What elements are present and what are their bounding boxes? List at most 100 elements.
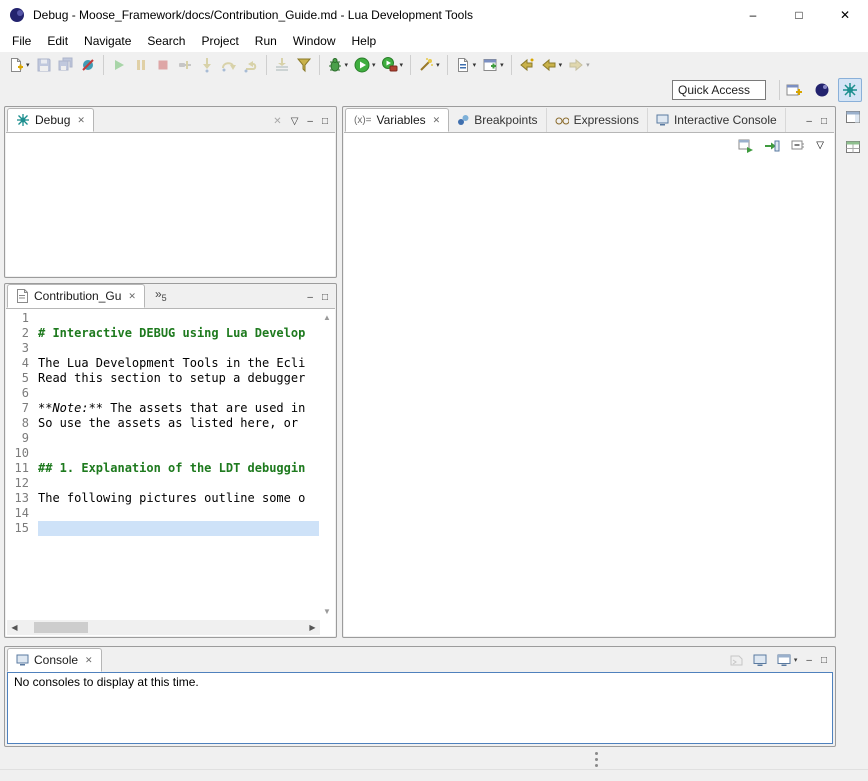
- show-logical-structure-icon[interactable]: [738, 138, 754, 154]
- suspend-button[interactable]: [130, 54, 152, 76]
- line-number[interactable]: 15: [6, 521, 38, 536]
- maximize-icon[interactable]: □: [322, 293, 328, 303]
- code-line[interactable]: 11## 1. Explanation of the LDT debuggin: [6, 461, 319, 476]
- code-editor[interactable]: 12# Interactive DEBUG using Lua Develop3…: [6, 311, 319, 619]
- line-number[interactable]: 9: [6, 431, 38, 446]
- code-line[interactable]: 7**Note:** The assets that are used in: [6, 401, 319, 416]
- line-number[interactable]: 11: [6, 461, 38, 476]
- step-over-button[interactable]: [218, 54, 240, 76]
- code-line[interactable]: 2# Interactive DEBUG using Lua Develop: [6, 326, 319, 341]
- menu-run[interactable]: Run: [247, 30, 285, 52]
- display-selected-console-icon[interactable]: [729, 654, 744, 667]
- console-output-area[interactable]: No consoles to display at this time.: [7, 672, 833, 744]
- tab-interactive-console[interactable]: Interactive Console: [648, 108, 786, 132]
- minimized-view-grid-button[interactable]: [842, 136, 864, 158]
- code-line[interactable]: 12: [6, 476, 319, 491]
- step-into-button[interactable]: [196, 54, 218, 76]
- line-number[interactable]: 4: [6, 356, 38, 371]
- menu-window[interactable]: Window: [285, 30, 344, 52]
- minimize-icon[interactable]: –: [806, 656, 812, 666]
- disconnect-button[interactable]: [174, 54, 196, 76]
- lua-perspective-button[interactable]: [810, 78, 834, 102]
- open-console-icon[interactable]: [753, 654, 768, 667]
- minimized-view-window-button[interactable]: [842, 106, 864, 128]
- code-line[interactable]: 15: [6, 521, 319, 536]
- code-line[interactable]: 13The following pictures outline some o: [6, 491, 319, 506]
- arrow-into-box-icon[interactable]: [764, 138, 780, 154]
- scroll-right-icon[interactable]: ▶: [305, 623, 320, 632]
- line-number[interactable]: 3: [6, 341, 38, 356]
- window-dropdown-button[interactable]: ▾: [479, 54, 507, 76]
- hidden-editors-chevron[interactable]: » 5: [145, 284, 173, 308]
- new-wizard-dropdown-button[interactable]: ▾: [5, 54, 33, 76]
- line-number[interactable]: 5: [6, 371, 38, 386]
- view-menu-icon[interactable]: ▽: [816, 141, 824, 151]
- menu-project[interactable]: Project: [193, 30, 246, 52]
- window-maximize-button[interactable]: □: [776, 0, 822, 30]
- close-icon[interactable]: ✕: [128, 291, 136, 302]
- line-number[interactable]: 14: [6, 506, 38, 521]
- close-icon[interactable]: ✕: [433, 115, 441, 126]
- tab-breakpoints[interactable]: Breakpoints: [449, 108, 546, 132]
- window-close-button[interactable]: ✕: [822, 0, 868, 30]
- run-launch-dropdown-button[interactable]: ▾: [351, 54, 379, 76]
- open-console-dropdown-button[interactable]: ▾: [777, 654, 798, 667]
- minimize-icon[interactable]: –: [307, 117, 313, 127]
- scrollbar-track[interactable]: [22, 620, 305, 635]
- menu-help[interactable]: Help: [344, 30, 385, 52]
- vertical-scrollbar[interactable]: ▲ ▼: [320, 310, 334, 619]
- tab-expressions[interactable]: Expressions: [547, 108, 648, 132]
- scroll-down-icon[interactable]: ▼: [323, 607, 331, 616]
- view-menu-icon[interactable]: ▽: [291, 117, 299, 127]
- code-line[interactable]: 10: [6, 446, 319, 461]
- code-line[interactable]: 4The Lua Development Tools in the Ecli: [6, 356, 319, 371]
- window-minimize-button[interactable]: –: [730, 0, 776, 30]
- code-line[interactable]: 14: [6, 506, 319, 521]
- code-line[interactable]: 1: [6, 311, 319, 326]
- resume-button[interactable]: [108, 54, 130, 76]
- close-icon[interactable]: ✕: [77, 115, 85, 126]
- last-edit-location-button[interactable]: [516, 54, 538, 76]
- menu-navigate[interactable]: Navigate: [76, 30, 139, 52]
- remove-all-terminated-icon[interactable]: ✕: [273, 117, 281, 127]
- close-icon[interactable]: ✕: [85, 655, 93, 666]
- terminate-button[interactable]: [152, 54, 174, 76]
- code-line[interactable]: 5Read this section to setup a debugger: [6, 371, 319, 386]
- line-number[interactable]: 6: [6, 386, 38, 401]
- back-dropdown-button[interactable]: ▾: [538, 54, 566, 76]
- sash-grip[interactable]: [595, 752, 598, 767]
- debug-launch-dropdown-button[interactable]: ▾: [324, 54, 352, 76]
- open-perspective-button[interactable]: [782, 78, 806, 102]
- scroll-up-icon[interactable]: ▲: [323, 313, 331, 322]
- save-all-button[interactable]: [55, 54, 77, 76]
- scrollbar-thumb[interactable]: [34, 622, 88, 633]
- tab-debug[interactable]: Debug ✕: [7, 108, 94, 132]
- code-line[interactable]: 3: [6, 341, 319, 356]
- menu-edit[interactable]: Edit: [39, 30, 76, 52]
- variables-tree-area[interactable]: [344, 159, 834, 636]
- wand-dropdown-button[interactable]: ▾: [415, 54, 443, 76]
- drop-to-frame-button[interactable]: [271, 54, 293, 76]
- forward-dropdown-button[interactable]: ▾: [565, 54, 593, 76]
- tab-variables[interactable]: (x)= Variables ✕: [345, 108, 449, 132]
- line-number[interactable]: 13: [6, 491, 38, 506]
- code-line[interactable]: 6: [6, 386, 319, 401]
- line-number[interactable]: 1: [6, 311, 38, 326]
- maximize-icon[interactable]: □: [821, 656, 827, 666]
- maximize-icon[interactable]: □: [821, 117, 827, 127]
- menu-file[interactable]: File: [4, 30, 39, 52]
- step-return-button[interactable]: [240, 54, 262, 76]
- tab-console[interactable]: Console ✕: [7, 648, 102, 672]
- menu-search[interactable]: Search: [139, 30, 193, 52]
- line-number[interactable]: 7: [6, 401, 38, 416]
- collapse-all-icon[interactable]: [790, 138, 806, 154]
- line-number[interactable]: 12: [6, 476, 38, 491]
- file-dropdown-button[interactable]: ▾: [452, 54, 480, 76]
- line-number[interactable]: 8: [6, 416, 38, 431]
- line-number[interactable]: 10: [6, 446, 38, 461]
- external-tools-dropdown-button[interactable]: ▾: [379, 54, 407, 76]
- use-step-filters-button[interactable]: [293, 54, 315, 76]
- debug-tree-area[interactable]: [6, 132, 335, 276]
- scroll-left-icon[interactable]: ◀: [7, 623, 22, 632]
- code-line[interactable]: 9: [6, 431, 319, 446]
